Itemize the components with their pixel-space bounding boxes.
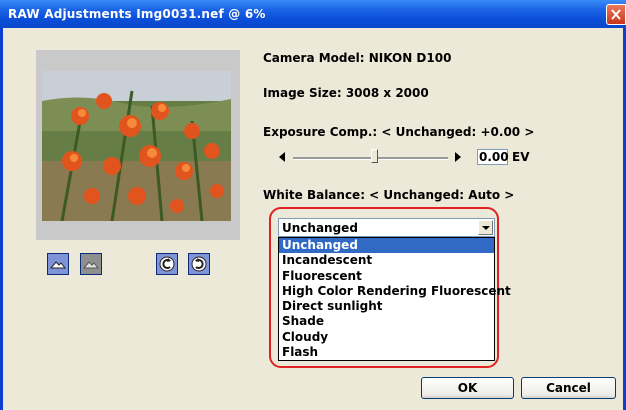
dropdown-option[interactable]: Incandescent bbox=[279, 253, 494, 268]
white-balance-label: White Balance: < Unchanged: Auto > bbox=[263, 188, 515, 202]
exposure-unit-label: EV bbox=[512, 150, 530, 164]
title-bar[interactable]: RAW Adjustments Img0031.nef @ 6% bbox=[0, 0, 626, 28]
exposure-decrease-arrow[interactable] bbox=[279, 152, 285, 162]
raw-adjustments-dialog: RAW Adjustments Img0031.nef @ 6% Camera … bbox=[0, 0, 626, 410]
exposure-comp-label: Exposure Comp.: < Unchanged: +0.00 > bbox=[263, 125, 535, 139]
image-size-label: Image Size: 3008 x 2000 bbox=[263, 86, 429, 100]
cancel-button[interactable]: Cancel bbox=[521, 377, 616, 399]
dropdown-option[interactable]: Flash bbox=[279, 345, 494, 360]
chevron-down-icon[interactable] bbox=[478, 220, 493, 235]
mountain-zoom-button[interactable] bbox=[47, 253, 69, 275]
dropdown-option[interactable]: Unchanged bbox=[279, 238, 494, 254]
rotate-right-icon bbox=[191, 256, 207, 272]
exposure-slider-thumb[interactable] bbox=[371, 149, 378, 163]
white-balance-selected-value: Unchanged bbox=[282, 221, 358, 235]
rotate-left-icon bbox=[159, 256, 175, 272]
dropdown-option[interactable]: Fluorescent bbox=[279, 269, 494, 284]
mountain-view-button[interactable] bbox=[80, 253, 102, 275]
camera-model-label: Camera Model: NIKON D100 bbox=[263, 51, 452, 65]
mountain-icon bbox=[49, 261, 67, 269]
white-balance-select[interactable]: Unchanged bbox=[278, 218, 495, 237]
rotate-right-button[interactable] bbox=[188, 253, 210, 275]
white-balance-dropdown: Unchanged Incandescent Fluorescent High … bbox=[278, 237, 511, 361]
rotate-left-button[interactable] bbox=[156, 253, 178, 275]
dropdown-option[interactable]: Cloudy bbox=[279, 330, 494, 345]
exposure-value-field[interactable]: 0.00 bbox=[477, 149, 509, 165]
close-icon bbox=[611, 9, 621, 20]
dropdown-option[interactable]: High Color Rendering Fluorescent bbox=[279, 284, 511, 299]
exposure-increase-arrow[interactable] bbox=[455, 152, 461, 162]
image-preview-frame bbox=[36, 50, 240, 240]
dropdown-option[interactable]: Shade bbox=[279, 314, 494, 329]
image-preview bbox=[42, 71, 231, 221]
mountain-icon bbox=[82, 261, 100, 269]
ok-button[interactable]: OK bbox=[421, 377, 514, 399]
close-button[interactable] bbox=[606, 4, 626, 25]
window-title: RAW Adjustments Img0031.nef @ 6% bbox=[8, 7, 266, 21]
dropdown-option[interactable]: Direct sunlight bbox=[279, 299, 494, 314]
